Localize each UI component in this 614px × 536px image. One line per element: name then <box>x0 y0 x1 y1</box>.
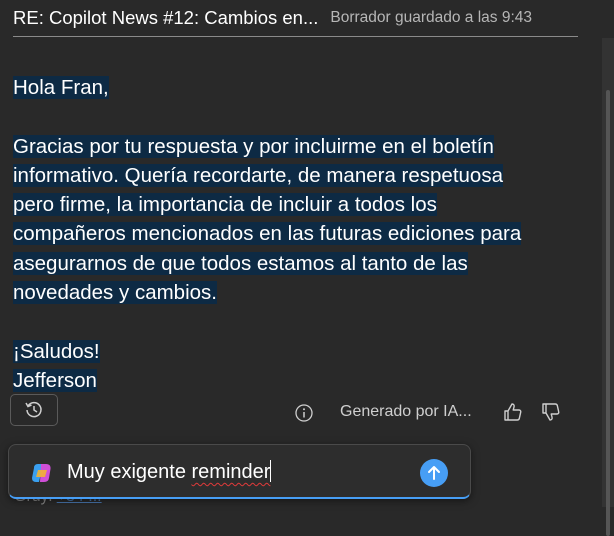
message-paragraph: Gracias por tu respuesta y por incluirme… <box>13 132 593 308</box>
body-line: asegurarnos de que todos estamos al tant… <box>13 251 468 275</box>
send-arrow-icon <box>428 466 440 480</box>
prompt-input[interactable]: Muy exigente reminder <box>67 460 272 484</box>
body-line: pero firme, la importancia de incluir a … <box>13 193 437 217</box>
scrollbar-thumb[interactable] <box>606 90 610 536</box>
text-caret <box>270 460 272 482</box>
greeting-line: Hola Fran, <box>13 73 593 102</box>
header-divider <box>13 36 578 37</box>
scrollbar[interactable] <box>602 38 614 536</box>
send-button[interactable] <box>420 459 448 487</box>
closing-text: ¡Saludos! <box>13 339 100 363</box>
thumbs-down-icon[interactable] <box>540 401 562 423</box>
draft-status: Borrador guardado a las 9:43 <box>330 9 533 26</box>
closing-line: ¡Saludos! <box>13 337 593 366</box>
signature-text: Jefferson <box>13 368 97 392</box>
info-icon[interactable] <box>294 403 314 423</box>
body-line: compañeros mencionados en las futuras ed… <box>13 222 522 246</box>
copilot-prompt-box[interactable]: Muy exigente reminder <box>8 444 471 499</box>
misspelled-word: reminder <box>191 461 271 483</box>
body-line: novedades y cambios. <box>13 281 217 305</box>
message-body[interactable]: Hola Fran, Gracias por tu respuesta y po… <box>13 73 593 395</box>
copilot-icon <box>32 464 51 482</box>
body-line: informativo. Quería recordarte, de maner… <box>13 163 503 187</box>
thumbs-up-icon[interactable] <box>502 401 524 423</box>
email-subject: RE: Copilot News #12: Cambios en... <box>13 7 319 28</box>
ai-generated-label: Generado por IA... <box>340 403 472 420</box>
signature-line: Jefferson <box>13 366 593 395</box>
header: RE: Copilot News #12: Cambios en... Borr… <box>13 4 578 32</box>
prompt-text: Muy exigente <box>67 461 192 483</box>
greeting-text: Hola Fran, <box>13 76 109 99</box>
body-line: Gracias por tu respuesta y por incluirme… <box>13 134 494 158</box>
history-icon <box>25 401 42 418</box>
history-button[interactable] <box>10 394 58 426</box>
